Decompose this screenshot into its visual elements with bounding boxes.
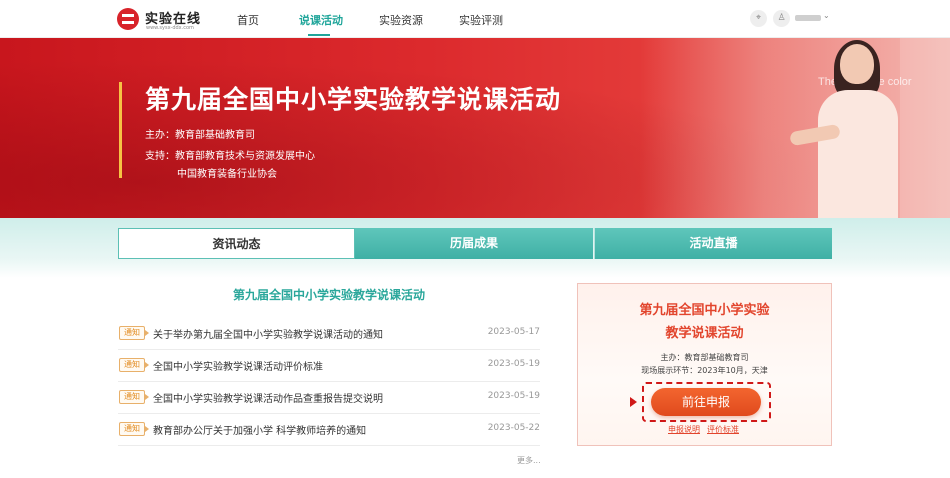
evaluation-standard-link[interactable]: 评价标准 [707,424,739,435]
nav-evaluation[interactable]: 实验评测 [459,12,503,28]
tab-news[interactable]: 资讯动态 [118,228,355,259]
banner-support: 支持：教育部教育技术与资源发展中心 [145,151,315,162]
news-date: 2023-05-19 [487,359,540,369]
nav-lecture-activity[interactable]: 说课活动 [299,12,343,28]
user-name-blurred[interactable] [795,15,821,21]
apply-card: 第九届全国中小学实验 教学说课活动 主办：教育部基础教育司 现场展示环节：202… [577,283,832,446]
more-link[interactable]: 更多... [517,455,541,466]
site-logo[interactable]: 实验在线 www.sysx-ddx.com [117,7,217,33]
section-tabs: 资讯动态 历届成果 活动直播 [118,228,832,259]
card-venue: 现场展示环节：2023年10月，天津 [641,366,768,375]
list-item[interactable]: 通知 关于举办第九届全国中小学实验教学说课活动的通知 2023-05-17 [118,318,540,350]
banner-accent-bar [119,82,122,178]
banner-support-2: 中国教育装备行业协会 [177,169,277,180]
notice-tag: 通知 [119,326,149,340]
chevron-down-icon[interactable]: ⌄ [823,11,830,20]
news-link[interactable]: 关于举办第九届全国中小学实验教学说课活动的通知 [153,326,383,341]
news-link[interactable]: 全国中小学实验教学说课活动作品查重报告提交说明 [153,390,383,405]
list-item[interactable]: 通知 全国中小学实验教学说课活动作品查重报告提交说明 2023-05-19 [118,382,540,414]
tab-past-results[interactable]: 历届成果 [355,228,593,259]
banner-title: 第九届全国中小学实验教学说课活动 [145,85,562,114]
card-host: 主办：教育部基础教育司 [660,353,749,362]
card-title-line-2: 教学说课活动 [665,326,744,341]
notice-tag: 通知 [119,390,149,404]
card-title-line-1: 第九届全国中小学实验 [639,303,770,318]
notice-tag: 通知 [119,358,149,372]
pointer-arrow-icon [630,397,637,407]
news-link[interactable]: 全国中小学实验教学说课活动评价标准 [153,358,323,373]
nav-resources[interactable]: 实验资源 [379,12,423,28]
user-icon[interactable]: ♙ [773,10,790,27]
news-date: 2023-05-17 [487,327,540,337]
list-item[interactable]: 通知 全国中小学实验教学说课活动评价标准 2023-05-19 [118,350,540,382]
news-section-title: 第九届全国中小学实验教学说课活动 [232,288,425,302]
news-date: 2023-05-19 [487,391,540,401]
location-icon[interactable]: ⌖ [750,10,767,27]
hero-banner: The s change color 第九届全国中小学实验教学说课活动 主办：教… [0,38,950,218]
banner-host: 主办：教育部基础教育司 [145,130,255,141]
logo-icon [117,8,139,30]
notice-tag: 通知 [119,422,149,436]
tab-live[interactable]: 活动直播 [594,228,832,259]
news-date: 2023-05-22 [487,423,540,433]
top-header: 实验在线 www.sysx-ddx.com 首页 说课活动 实验资源 实验评测 … [0,0,950,38]
apply-button[interactable]: 前往申报 [651,388,761,416]
list-item[interactable]: 通知 教育部办公厅关于加强小学 科学教师培养的通知 2023-05-22 [118,414,540,446]
logo-subtitle: www.sysx-ddx.com [146,25,194,31]
nav-home[interactable]: 首页 [237,12,259,28]
news-link[interactable]: 教育部办公厅关于加强小学 科学教师培养的通知 [153,422,366,437]
nav-active-indicator [308,34,330,36]
apply-instructions-link[interactable]: 申报说明 [668,424,700,435]
